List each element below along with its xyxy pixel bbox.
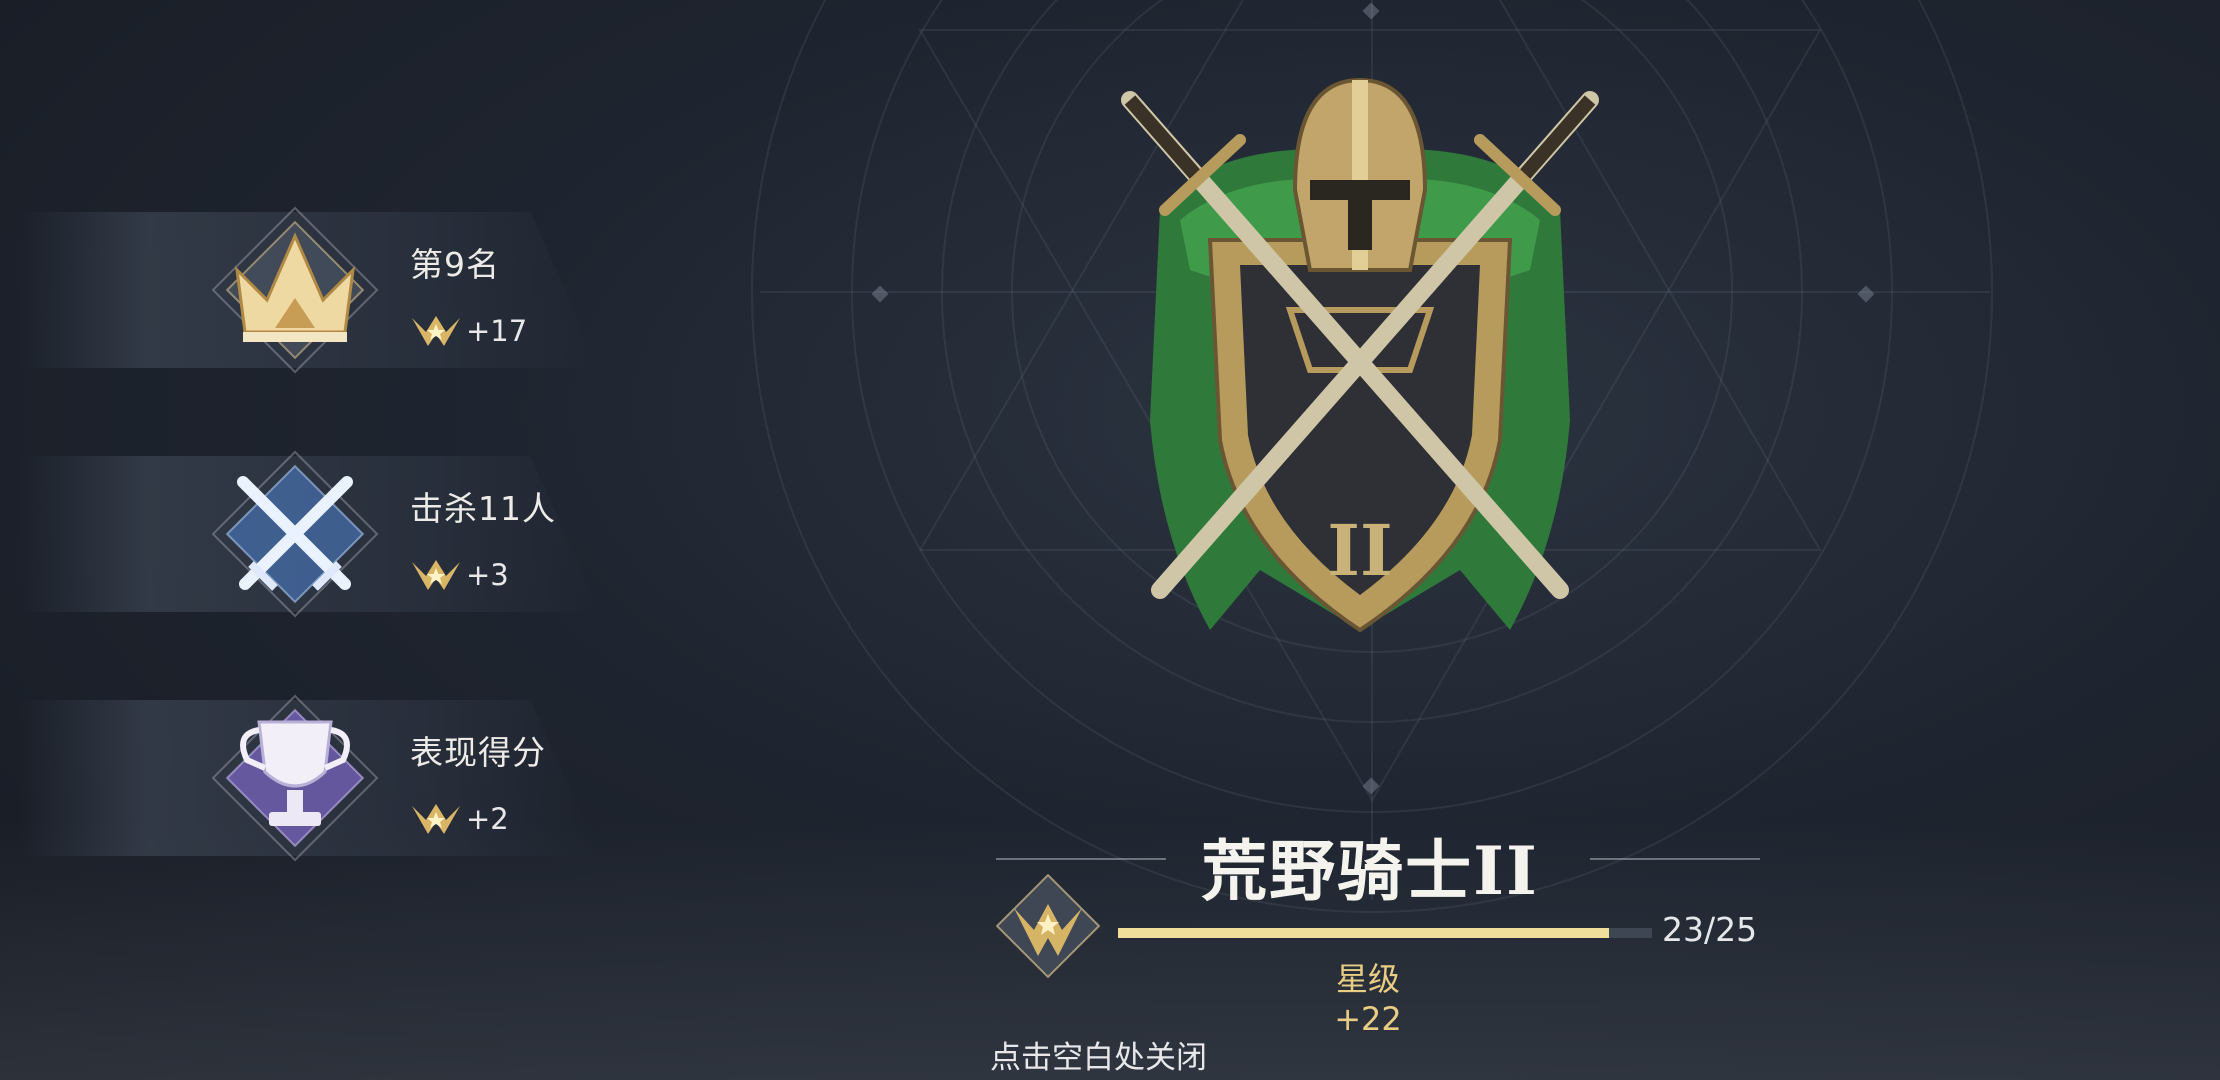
rank-title: 荒野骑士II bbox=[1201, 832, 1539, 910]
crossed-swords-icon bbox=[211, 450, 379, 618]
reward-title: 表现得分 bbox=[410, 733, 546, 772]
svg-text:II: II bbox=[1327, 509, 1393, 592]
star-progress-bar bbox=[1118, 928, 1652, 938]
star-rank-icon bbox=[412, 804, 460, 834]
title-divider-left bbox=[996, 858, 1166, 860]
star-progress-text: 23/25 bbox=[1662, 910, 1758, 949]
star-rank-icon bbox=[412, 316, 460, 346]
knight-emblem: II bbox=[1121, 77, 1599, 633]
star-rank-icon bbox=[412, 560, 460, 590]
tap-to-close-hint[interactable]: 点击空白处关闭 bbox=[990, 1032, 1207, 1077]
star-gain-text: 星级 +22 bbox=[1334, 960, 1402, 1038]
reward-bonus: +2 bbox=[466, 802, 509, 836]
reward-row-rank: 第9名 +17 bbox=[0, 206, 620, 374]
star-progress-fill bbox=[1118, 928, 1610, 938]
trophy-icon bbox=[211, 694, 379, 862]
reward-title: 击杀11人 bbox=[410, 489, 556, 528]
reward-bonus: +17 bbox=[466, 314, 528, 348]
reward-bonus: +3 bbox=[466, 558, 509, 592]
title-divider-right bbox=[1590, 858, 1760, 860]
star-rank-badge-icon bbox=[996, 874, 1100, 978]
reward-row-kills: 击杀11人 +3 bbox=[0, 450, 620, 618]
crown-icon bbox=[211, 206, 379, 374]
reward-title: 第9名 bbox=[410, 245, 500, 284]
reward-row-performance: 表现得分 +2 bbox=[0, 694, 620, 862]
